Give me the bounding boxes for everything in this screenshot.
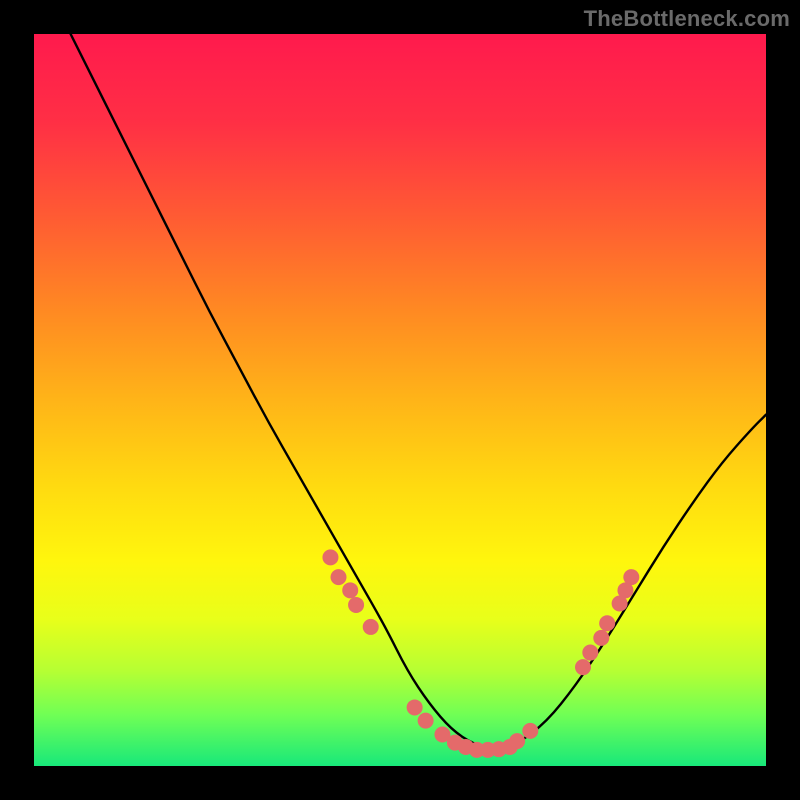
data-dot [509,733,525,749]
chart-svg [34,34,766,766]
data-dot [322,549,338,565]
data-dot [342,582,358,598]
data-dot [418,713,434,729]
watermark-text: TheBottleneck.com [584,6,790,32]
data-dot [575,659,591,675]
data-dot [582,645,598,661]
data-dot [331,569,347,585]
data-dot [522,723,538,739]
data-dot [348,597,364,613]
plot-area [34,34,766,766]
data-dot [363,619,379,635]
data-dot [623,569,639,585]
data-dot [593,630,609,646]
chart-frame: TheBottleneck.com [0,0,800,800]
data-dot [599,615,615,631]
data-dot [407,699,423,715]
